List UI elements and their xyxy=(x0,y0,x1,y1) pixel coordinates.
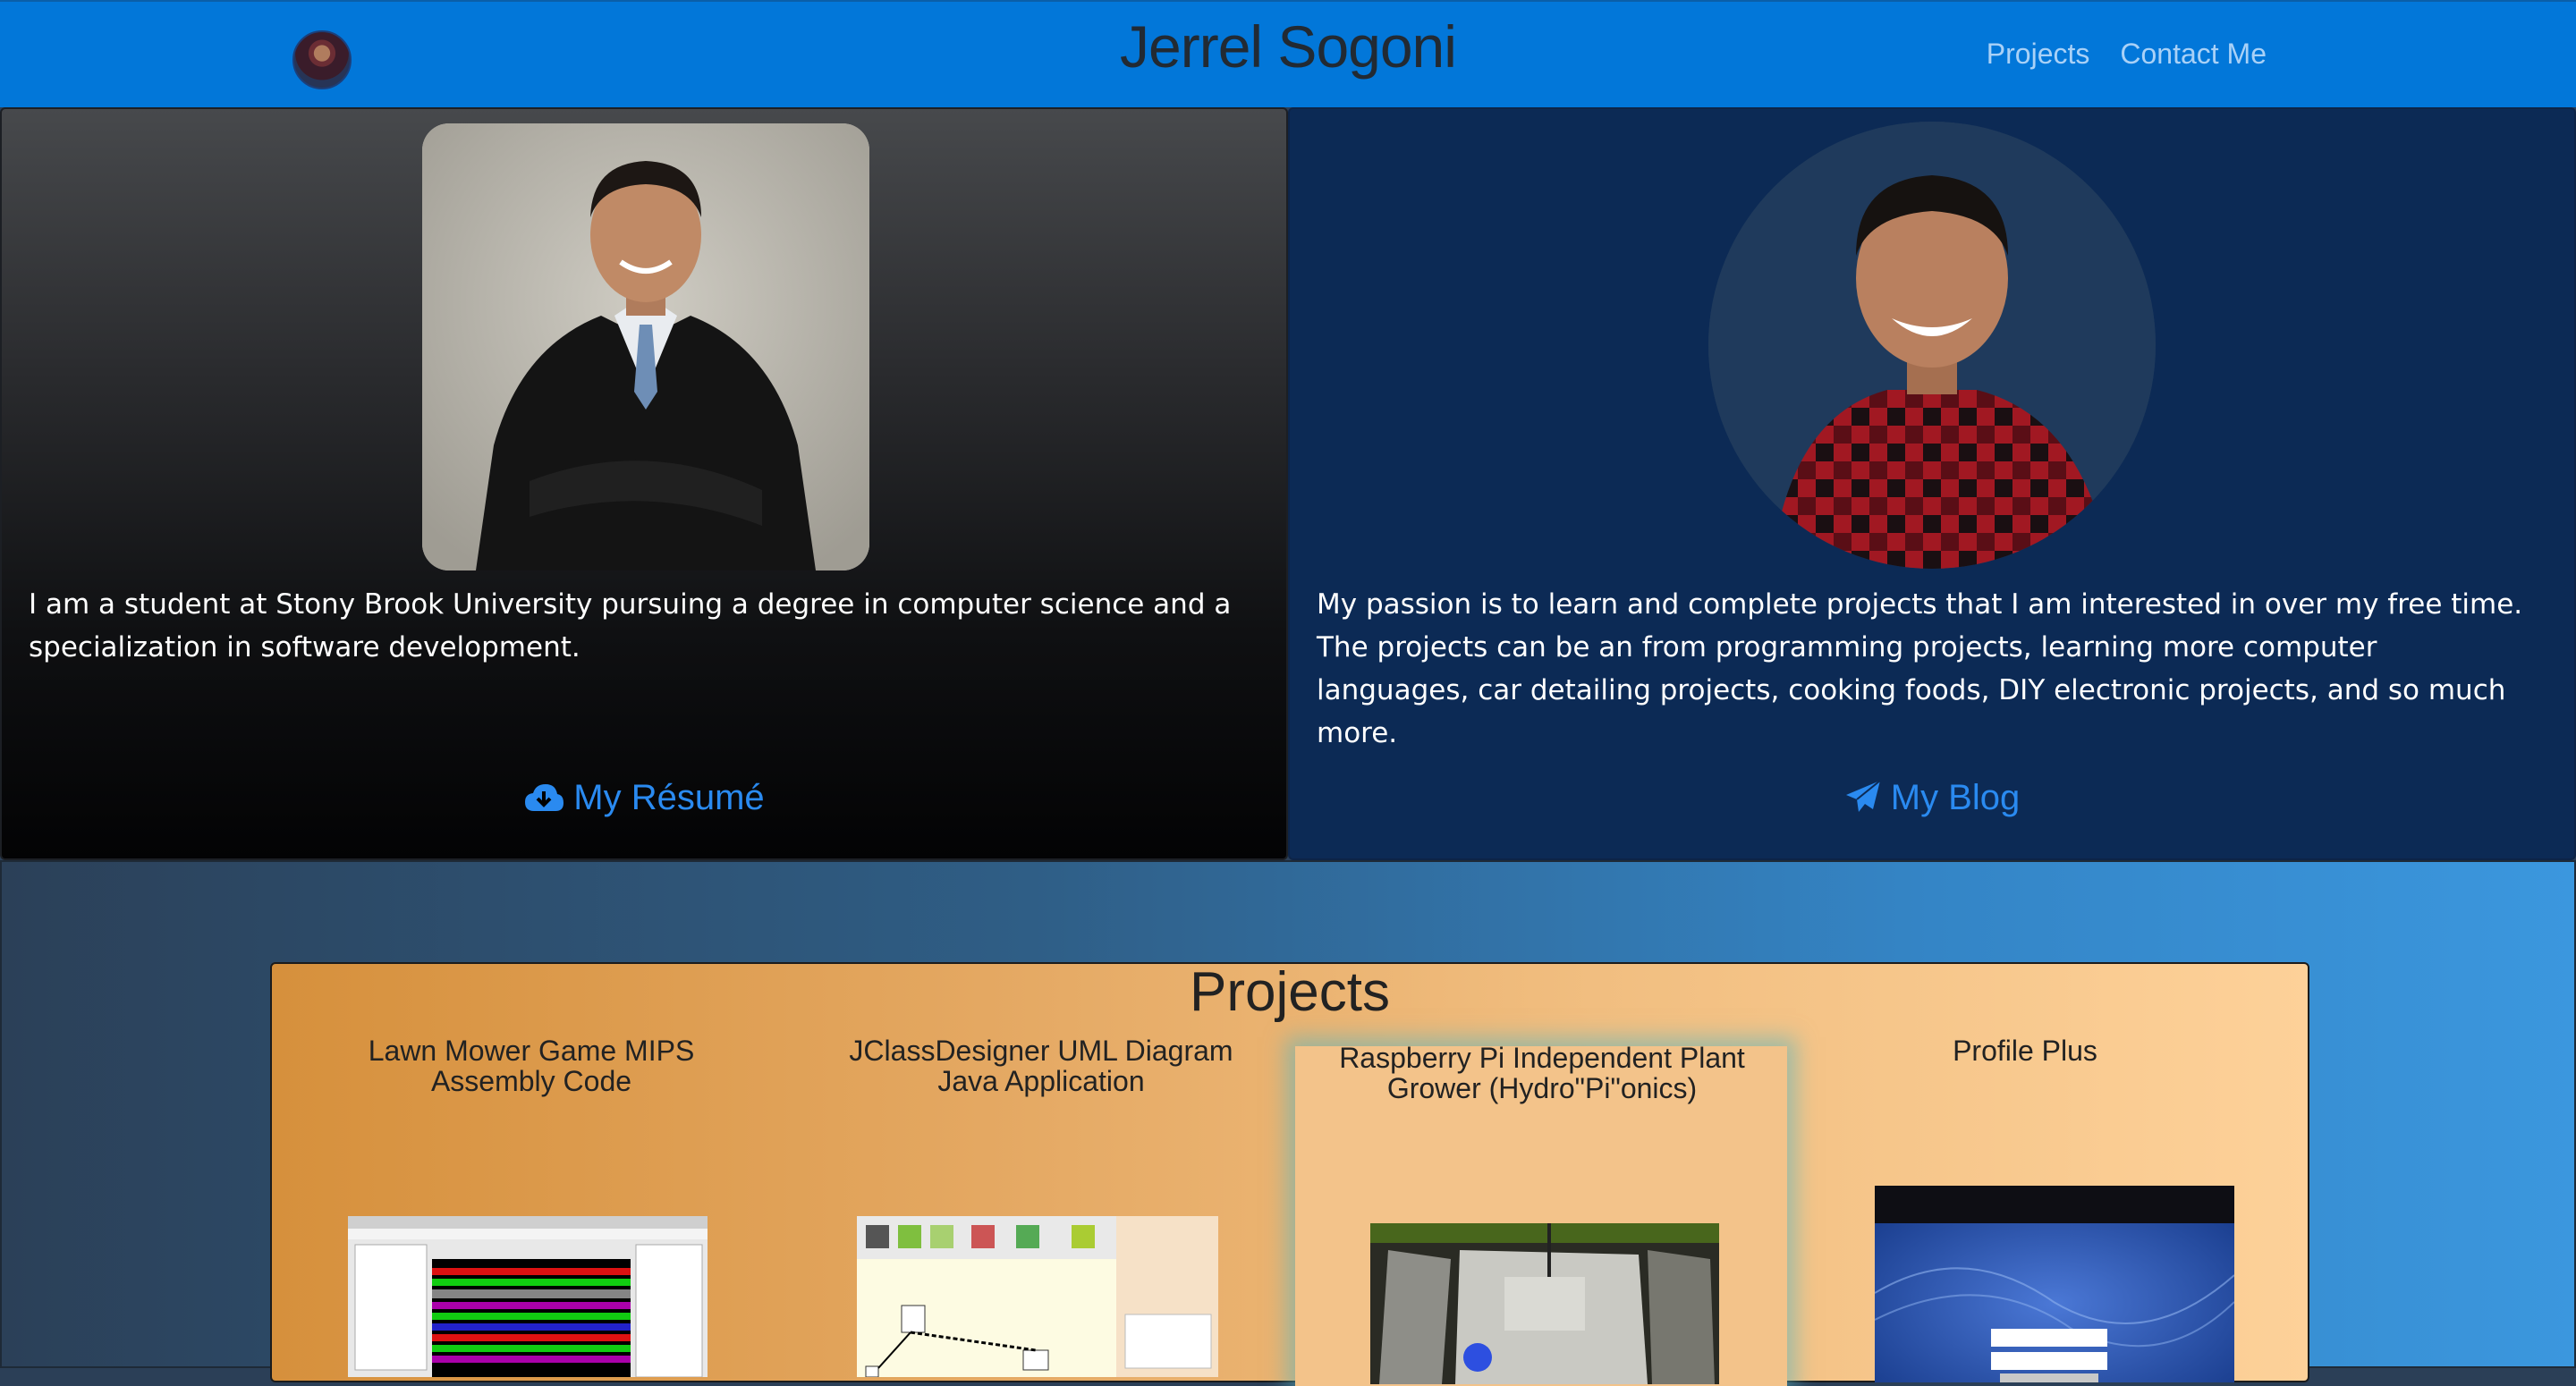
project-thumbnail-jclassdesigner[interactable] xyxy=(857,1216,1218,1377)
nav-link-projects[interactable]: Projects xyxy=(1987,38,2090,71)
navbar: Jerrel Sogoni Projects Contact Me xyxy=(0,0,2576,107)
project-card-jclassdesigner[interactable]: JClassDesigner UML Diagram Java Applicat… xyxy=(818,1035,1265,1096)
project-thumbnail-lawn-mower[interactable] xyxy=(348,1216,708,1377)
project-title[interactable]: Raspberry Pi Independent Plant xyxy=(1301,1043,1784,1073)
project-title-line2[interactable]: Java Application xyxy=(818,1066,1265,1096)
project-title[interactable]: JClassDesigner UML Diagram xyxy=(818,1035,1265,1066)
project-title-line2[interactable]: Assembly Code xyxy=(335,1066,728,1096)
about-text-left: I am a student at Stony Brook University… xyxy=(29,588,1232,663)
projects-card: Projects Lawn Mower Game MIPS Assembly C… xyxy=(270,961,2309,1386)
project-title-line2[interactable]: Grower (Hydro"Pi"onics) xyxy=(1301,1073,1784,1103)
resume-link[interactable]: My Résumé xyxy=(2,778,1286,824)
resume-link-label[interactable]: My Résumé xyxy=(573,778,764,817)
project-thumbnail-hydropionics[interactable] xyxy=(1370,1223,1719,1384)
projects-section: Projects Lawn Mower Game MIPS Assembly C… xyxy=(0,860,2576,1386)
about-text-right: My passion is to learn and complete proj… xyxy=(1317,588,2523,749)
project-card-profile-plus[interactable]: Profile Plus xyxy=(1819,1035,2231,1066)
project-title[interactable]: Profile Plus xyxy=(1819,1035,2231,1066)
about-panel-left: I am a student at Stony Brook University… xyxy=(0,107,1288,860)
blog-link[interactable]: My Blog xyxy=(1290,778,2574,824)
project-thumbnail-profile-plus[interactable] xyxy=(1875,1186,2234,1382)
portrait-photo-casual xyxy=(1708,122,2156,569)
project-title[interactable]: Lawn Mower Game MIPS xyxy=(335,1035,728,1066)
about-panel-right: My passion is to learn and complete proj… xyxy=(1288,107,2576,860)
project-card-lawn-mower[interactable]: Lawn Mower Game MIPS Assembly Code xyxy=(335,1035,728,1096)
portrait-photo-suit xyxy=(422,123,869,570)
nav-link-contact[interactable]: Contact Me xyxy=(2120,38,2267,71)
blog-link-label[interactable]: My Blog xyxy=(1891,778,2021,817)
nav-links: Projects Contact Me xyxy=(1987,38,2267,71)
project-card-hydropionics[interactable]: Raspberry Pi Independent Plant Grower (H… xyxy=(1301,1043,1784,1103)
projects-title: Projects xyxy=(1190,961,1390,1023)
cloud-download-icon xyxy=(523,782,564,824)
paper-plane-icon xyxy=(1844,779,1882,824)
